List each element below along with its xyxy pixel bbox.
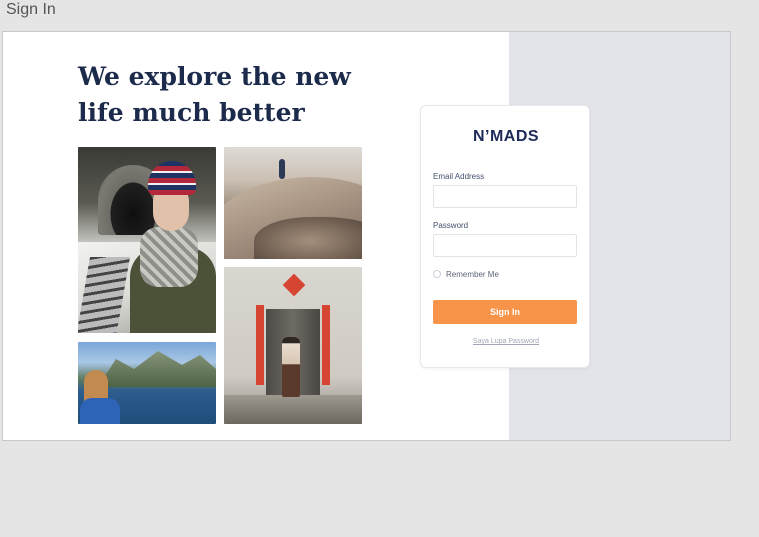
desert-dunes-photo bbox=[224, 147, 362, 259]
password-field[interactable] bbox=[433, 234, 577, 257]
artboard: We explore the new life much better N’MA… bbox=[2, 31, 731, 441]
remember-me-row[interactable]: Remember Me bbox=[433, 268, 499, 280]
remember-me-label: Remember Me bbox=[446, 269, 499, 279]
chinese-door-photo bbox=[224, 267, 362, 424]
fjord-view-photo bbox=[78, 342, 216, 424]
email-label: Email Address bbox=[433, 172, 485, 181]
page-title: Sign In bbox=[6, 1, 56, 18]
forgot-password-link[interactable]: Saya Lupa Password bbox=[421, 338, 591, 345]
email-field[interactable] bbox=[433, 185, 577, 208]
brand-logo: N’MADS bbox=[472, 128, 540, 145]
woman-beanie-tunnel-photo bbox=[78, 147, 216, 333]
remember-me-checkbox[interactable] bbox=[433, 270, 441, 278]
hero-headline-line-1: We explore the new bbox=[78, 62, 351, 91]
hero-headline-line-2: life much better bbox=[78, 98, 305, 127]
sign-in-button[interactable]: Sign In bbox=[433, 300, 577, 324]
hero-headline: We explore the new life much better bbox=[78, 59, 378, 131]
login-card: N’MADS Email Address Password Remember M… bbox=[420, 105, 590, 368]
password-label: Password bbox=[433, 221, 469, 230]
